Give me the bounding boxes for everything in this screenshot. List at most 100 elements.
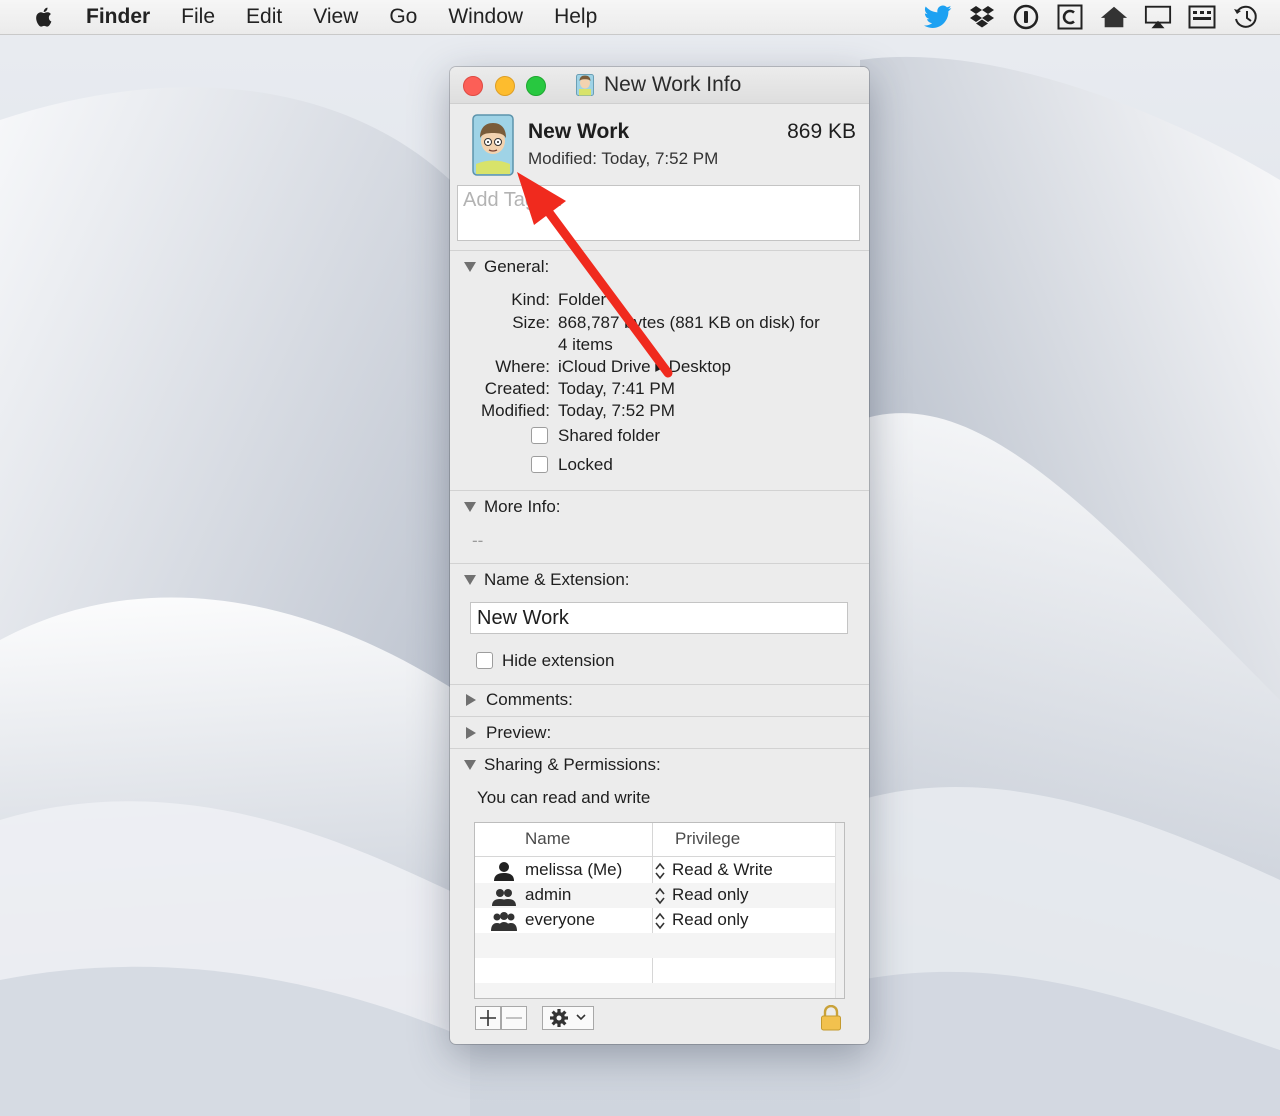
tags-placeholder: Add Tags... <box>463 189 563 211</box>
section-name-extension-label: Name & Extension: <box>484 570 630 589</box>
disclosure-open-icon <box>464 575 476 585</box>
menu-help[interactable]: Help <box>554 5 597 29</box>
user-name: everyone <box>525 910 595 929</box>
zoom-button[interactable] <box>526 76 546 96</box>
section-comments[interactable]: Comments: <box>464 690 573 710</box>
window-title: New Work Info <box>604 73 742 96</box>
kind-value: Folder <box>558 290 607 309</box>
dropbox-icon[interactable] <box>968 3 996 31</box>
file-name: New Work <box>528 120 630 143</box>
modified-value: Today, 7:52 PM <box>558 401 675 420</box>
add-user-button[interactable] <box>475 1006 501 1030</box>
table-row[interactable]: melissa (Me) Read & Write <box>475 858 835 883</box>
created-label: Created: <box>484 379 550 398</box>
column-header-privilege[interactable]: Privilege <box>675 829 740 849</box>
column-header-name[interactable]: Name <box>525 829 570 849</box>
section-preview-label: Preview: <box>486 723 552 742</box>
menu-bar: Finder File Edit View Go Window Help <box>0 0 1280 35</box>
single-user-icon <box>494 862 514 881</box>
permissions-table: Name Privilege melissa (Me) Read & Write… <box>474 822 845 999</box>
copyclip-icon[interactable] <box>1056 3 1084 31</box>
updown-arrows-icon <box>655 912 665 930</box>
home-icon[interactable] <box>1100 3 1128 31</box>
privilege-popup[interactable]: Read & Write <box>672 860 773 880</box>
everyone-icon <box>491 912 517 931</box>
section-sharing-permissions[interactable]: Sharing & Permissions: <box>464 755 661 775</box>
divider <box>450 563 869 564</box>
empty-row <box>475 958 835 983</box>
custom-folder-icon[interactable] <box>472 114 514 176</box>
apple-menu[interactable] <box>0 6 86 28</box>
section-comments-label: Comments: <box>486 690 573 709</box>
title-bar[interactable]: New Work Info <box>450 67 869 104</box>
user-name: admin <box>525 885 572 904</box>
airplay-icon[interactable] <box>1144 3 1172 31</box>
privilege-popup[interactable]: Read only <box>672 885 749 905</box>
menu-file[interactable]: File <box>181 5 215 29</box>
close-button[interactable] <box>463 76 483 96</box>
menu-edit[interactable]: Edit <box>246 5 282 29</box>
divider <box>450 490 869 491</box>
menu-window[interactable]: Window <box>448 5 523 29</box>
empty-row <box>475 983 835 998</box>
section-preview[interactable]: Preview: <box>464 723 551 743</box>
lock-icon[interactable] <box>820 1005 842 1031</box>
size-value-line2: 4 items <box>558 335 613 354</box>
minus-icon <box>506 1017 522 1019</box>
divider <box>450 748 869 749</box>
section-more-info-label: More Info: <box>484 497 561 516</box>
section-more-info[interactable]: More Info: <box>464 497 561 517</box>
divider <box>450 684 869 685</box>
user-name: melissa (Me) <box>525 860 623 879</box>
remove-user-button[interactable] <box>501 1006 527 1030</box>
apple-icon <box>36 7 52 27</box>
twitter-icon[interactable] <box>924 3 952 31</box>
hide-extension-checkbox[interactable] <box>476 652 493 669</box>
permission-summary: You can read and write <box>477 788 651 807</box>
keyboard-icon[interactable] <box>1188 3 1216 31</box>
name-input[interactable]: New Work <box>470 602 848 634</box>
section-name-extension[interactable]: Name & Extension: <box>464 570 630 590</box>
name-input-value: New Work <box>477 607 569 629</box>
disclosure-open-icon <box>464 502 476 512</box>
tags-field[interactable]: Add Tags... <box>457 185 860 241</box>
1password-icon[interactable] <box>1012 3 1040 31</box>
gear-icon <box>550 1009 568 1027</box>
disclosure-open-icon <box>464 262 476 272</box>
disclosure-closed-icon <box>466 727 476 739</box>
time-machine-icon[interactable] <box>1232 3 1260 31</box>
menu-extras <box>924 0 1260 34</box>
locked-checkbox[interactable] <box>531 456 548 473</box>
created-value: Today, 7:41 PM <box>558 379 675 398</box>
locked-label: Locked <box>558 455 613 474</box>
table-row[interactable]: everyone Read only <box>475 908 835 933</box>
action-menu-button[interactable] <box>542 1006 594 1030</box>
shared-folder-label: Shared folder <box>558 426 661 445</box>
divider <box>450 250 869 251</box>
menu-view[interactable]: View <box>313 5 358 29</box>
get-info-window: New Work Info New Work 869 KB Modified: … <box>450 67 869 1044</box>
empty-row <box>475 933 835 958</box>
menu-go[interactable]: Go <box>389 5 417 29</box>
menu-finder[interactable]: Finder <box>86 5 150 29</box>
folder-proxy-icon[interactable] <box>576 74 594 96</box>
table-scrollbar[interactable] <box>835 823 844 998</box>
section-sharing-label: Sharing & Permissions: <box>484 755 661 774</box>
header-divider <box>475 856 835 857</box>
plus-icon <box>480 1010 496 1026</box>
kind-label: Kind: <box>511 290 550 309</box>
table-row[interactable]: admin Read only <box>475 883 835 908</box>
minimize-button[interactable] <box>495 76 515 96</box>
shared-folder-checkbox[interactable] <box>531 427 548 444</box>
where-value: iCloud Drive ▸ Desktop <box>558 357 731 376</box>
hide-extension-label: Hide extension <box>502 651 615 670</box>
section-general-label: General: <box>484 257 550 276</box>
section-general[interactable]: General: <box>464 257 549 277</box>
privilege-popup[interactable]: Read only <box>672 910 749 930</box>
group-icon <box>492 889 516 906</box>
divider <box>450 716 869 717</box>
file-size: 869 KB <box>787 120 856 143</box>
disclosure-open-icon <box>464 760 476 770</box>
updown-arrows-icon <box>655 862 665 880</box>
chevron-down-icon <box>576 1014 586 1021</box>
